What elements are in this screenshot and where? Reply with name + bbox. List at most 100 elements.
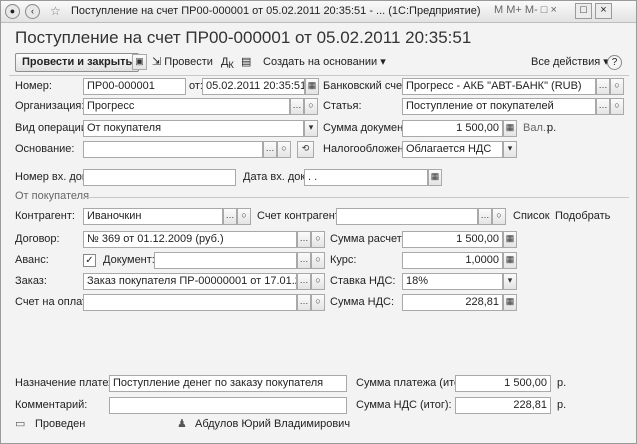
vat-sum-field[interactable]: 228,81 — [402, 294, 503, 311]
op-label: Вид операции: — [15, 122, 91, 134]
rate-label: Курс: — [330, 254, 357, 266]
in-date-field[interactable]: . . — [304, 169, 428, 186]
invoice-select-icon[interactable]: … — [297, 294, 311, 311]
order-select-icon[interactable]: … — [297, 273, 311, 290]
doc-field[interactable] — [154, 252, 297, 269]
window-title: Поступление на счет ПР00-000001 от 05.02… — [71, 5, 481, 17]
chevron-down-icon: ▾ — [380, 56, 386, 68]
rate-field[interactable]: 1,0000 — [402, 252, 503, 269]
doc-open-icon[interactable]: ○ — [311, 252, 325, 269]
fill-from-basis-icon[interactable]: ⟲ — [297, 141, 314, 158]
favorite-star-icon[interactable]: ☆ — [50, 4, 61, 18]
dt-kt-icon[interactable]: ДК — [221, 53, 234, 75]
calculator-icon[interactable]: ▦ — [503, 294, 517, 311]
document-window: ● ‹ ☆ Поступление на счет ПР00-000001 от… — [0, 0, 637, 444]
tax-dropdown-icon[interactable]: ▾ — [503, 141, 517, 158]
order-field[interactable]: Заказ покупателя ПР-00000001 от 17.01.20… — [83, 273, 297, 290]
tax-field[interactable]: Облагается НДС — [402, 141, 503, 158]
contract-field[interactable]: № 369 от 01.12.2009 (руб.) — [83, 231, 297, 248]
vat-total-label: Сумма НДС (итог): — [356, 399, 452, 411]
advance-checkbox[interactable]: ✓ — [83, 254, 96, 267]
org-open-icon[interactable]: ○ — [304, 98, 318, 115]
calculator-icon[interactable]: ▦ — [503, 120, 517, 137]
order-label: Заказ: — [15, 275, 47, 287]
contract-select-icon[interactable]: … — [297, 231, 311, 248]
vat-total-currency: р. — [557, 399, 567, 411]
page-title: Поступление на счет ПР00-000001 от 05.02… — [15, 28, 472, 47]
section-label: От покупателя — [15, 190, 90, 202]
article-open-icon[interactable]: ○ — [610, 98, 624, 115]
toolbar-divider — [9, 75, 629, 76]
calendar-icon[interactable]: ▦ — [305, 78, 319, 95]
list-link[interactable]: Список — [513, 208, 550, 225]
help-icon[interactable]: ? — [607, 55, 622, 70]
vat-rate-label: Ставка НДС: — [330, 275, 396, 287]
author-name: Абдулов Юрий Владимирович — [195, 418, 351, 430]
in-date-label: Дата вх. док.: — [243, 171, 312, 183]
org-select-icon[interactable]: … — [290, 98, 304, 115]
bank-label: Банковский счет: — [323, 80, 410, 92]
order-open-icon[interactable]: ○ — [311, 273, 325, 290]
contractor-acc-select-icon[interactable]: … — [478, 208, 492, 225]
post-and-close-button[interactable]: Провести и закрыть — [15, 53, 140, 72]
user-icon: ♟ — [177, 418, 187, 430]
basis-label: Основание: — [15, 143, 75, 155]
invoice-open-icon[interactable]: ○ — [311, 294, 325, 311]
close-window-button[interactable]: × — [595, 3, 612, 19]
vat-sum-label: Сумма НДС: — [330, 296, 395, 308]
pay-total-field: 1 500,00 — [455, 375, 551, 392]
calculator-icon[interactable]: ▦ — [503, 231, 517, 248]
back-icon[interactable]: ‹ — [25, 4, 40, 19]
bank-select-icon[interactable]: … — [596, 78, 610, 95]
calendar-icon[interactable]: ▦ — [428, 169, 442, 186]
op-field[interactable]: От покупателя — [83, 120, 304, 137]
pick-link[interactable]: Подобрать — [555, 208, 610, 225]
in-num-field[interactable] — [83, 169, 236, 186]
basis-open-icon[interactable]: ○ — [277, 141, 291, 158]
save-icon[interactable]: ▣ — [132, 54, 147, 70]
all-actions-menu[interactable]: Все действия ▾ — [531, 53, 609, 72]
post-button[interactable]: ⇲ Провести — [152, 53, 213, 72]
vat-rate-dropdown-icon[interactable]: ▾ — [503, 273, 517, 290]
basis-field[interactable] — [83, 141, 263, 158]
purpose-field[interactable]: Поступление денег по заказу покупателя — [109, 375, 347, 392]
currency-value: р. — [547, 122, 557, 134]
memory-icons[interactable]: M M+ M- □ × — [494, 4, 557, 16]
print-icon[interactable]: ▤ — [241, 53, 251, 72]
calc-sum-field[interactable]: 1 500,00 — [402, 231, 503, 248]
vat-total-field: 228,81 — [455, 397, 551, 414]
invoice-field[interactable] — [83, 294, 297, 311]
contract-label: Договор: — [15, 233, 60, 245]
doc-select-icon[interactable]: … — [297, 252, 311, 269]
create-based-menu[interactable]: Создать на основании ▾ — [263, 53, 386, 72]
date-field[interactable]: 05.02.2011 20:35:51 — [202, 78, 305, 95]
in-num-label: Номер вх. док.: — [15, 171, 93, 183]
org-field[interactable]: Прогресс — [83, 98, 290, 115]
number-field[interactable]: ПР00-000001 — [83, 78, 186, 95]
vat-rate-field[interactable]: 18% — [402, 273, 503, 290]
app-menu-icon[interactable]: ● — [5, 4, 20, 19]
date-label: от: — [189, 80, 203, 92]
org-label: Организация: — [15, 100, 85, 112]
contractor-select-icon[interactable]: … — [223, 208, 237, 225]
posted-icon: ▭ — [15, 418, 26, 430]
number-label: Номер: — [15, 80, 52, 92]
basis-select-icon[interactable]: … — [263, 141, 277, 158]
restore-button[interactable]: □ — [575, 3, 592, 19]
contractor-acc-field[interactable] — [336, 208, 478, 225]
article-select-icon[interactable]: … — [596, 98, 610, 115]
sum-field[interactable]: 1 500,00 — [402, 120, 503, 137]
contractor-field[interactable]: Иваночкин — [83, 208, 223, 225]
op-dropdown-icon[interactable]: ▾ — [304, 120, 318, 137]
doc-label: Документ: — [103, 254, 155, 266]
posted-status: Проведен — [35, 418, 86, 430]
bank-open-icon[interactable]: ○ — [610, 78, 624, 95]
calculator-icon[interactable]: ▦ — [503, 252, 517, 269]
contract-open-icon[interactable]: ○ — [311, 231, 325, 248]
contractor-open-icon[interactable]: ○ — [237, 208, 251, 225]
article-field[interactable]: Поступление от покупателей — [402, 98, 596, 115]
comment-field[interactable] — [109, 397, 347, 414]
bank-field[interactable]: Прогресс - АКБ "АВТ-БАНК" (RUB) — [402, 78, 596, 95]
contractor-acc-open-icon[interactable]: ○ — [492, 208, 506, 225]
article-label: Статья: — [323, 100, 362, 112]
